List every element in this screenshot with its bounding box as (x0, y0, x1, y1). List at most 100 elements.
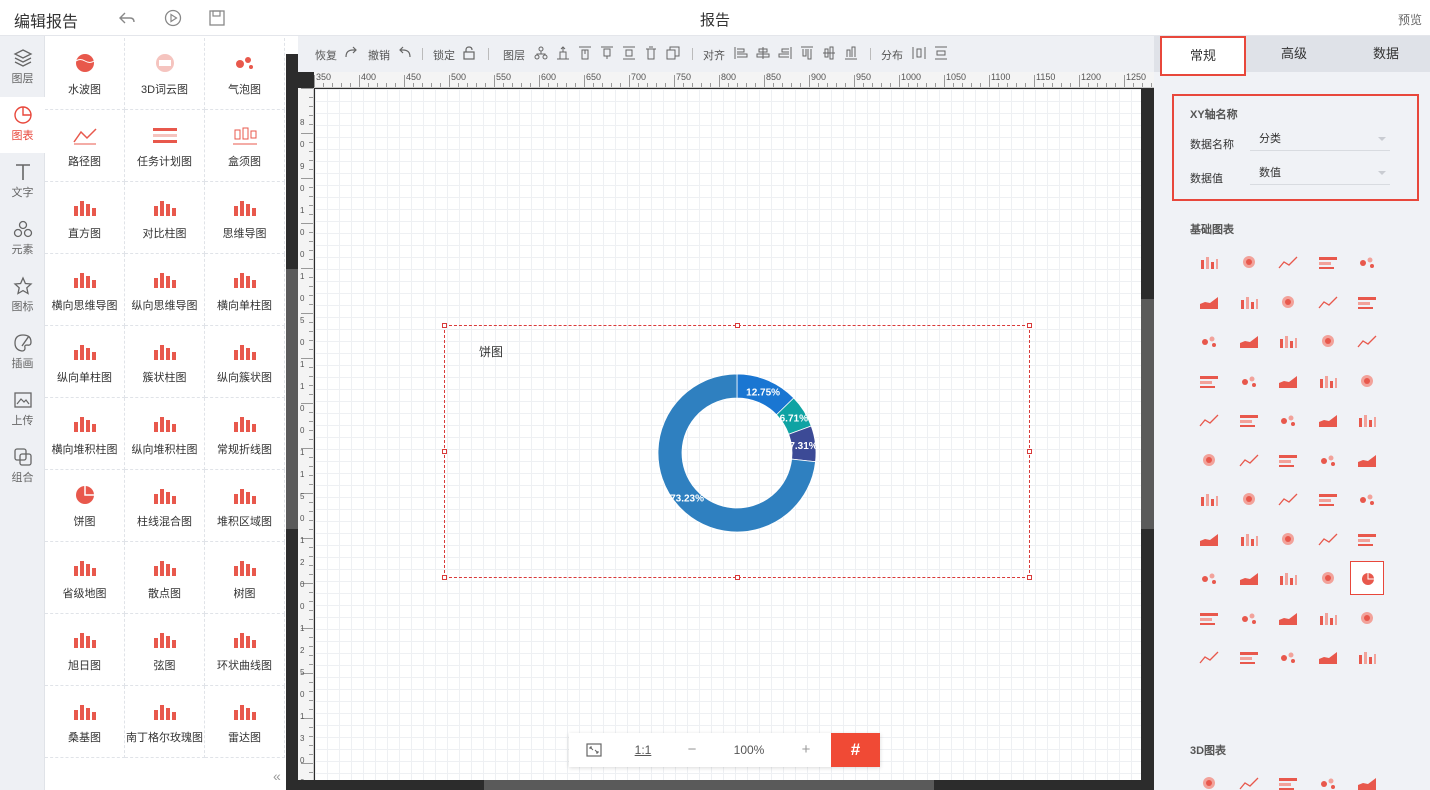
copy-icon[interactable] (666, 46, 680, 60)
chart-type-icon-button[interactable] (1192, 324, 1226, 358)
redo-icon[interactable] (344, 46, 358, 60)
layer-button[interactable]: 图层 (503, 47, 525, 63)
align-left-icon[interactable] (734, 46, 748, 60)
chart-type-item[interactable]: 树图 (205, 542, 285, 614)
chart-type-icon-button[interactable] (1192, 766, 1226, 790)
rail-item-0[interactable]: 图层 (0, 40, 45, 96)
back-icon[interactable] (118, 9, 136, 27)
resize-handle[interactable] (1027, 449, 1032, 454)
chart-type-item[interactable]: 桑基图 (45, 686, 125, 758)
chart-type-icon-button[interactable] (1192, 601, 1226, 635)
align-center-h-icon[interactable] (756, 46, 770, 60)
chart-type-icon-button[interactable] (1350, 561, 1384, 595)
chart-type-item[interactable]: 雷达图 (205, 686, 285, 758)
chart-type-icon-button[interactable] (1192, 285, 1226, 319)
chart-type-icon-button[interactable] (1271, 482, 1305, 516)
chart-type-item[interactable]: 纵向堆积柱图 (125, 398, 205, 470)
tab-general[interactable]: 常规 (1160, 36, 1246, 76)
delete-icon[interactable] (644, 46, 658, 60)
send-backward-icon[interactable] (600, 46, 614, 60)
canvas-vertical-scrollbar[interactable] (1141, 89, 1154, 780)
align-right-icon[interactable] (778, 46, 792, 60)
bring-to-front-icon[interactable] (578, 46, 592, 60)
chart-type-item[interactable]: 南丁格尔玫瑰图 (125, 686, 205, 758)
chart-type-item[interactable]: 纵向思维导图 (125, 254, 205, 326)
preview-button[interactable]: 预览 (1398, 11, 1422, 28)
chart-type-item[interactable]: 横向单柱图 (205, 254, 285, 326)
chart-type-icon-button[interactable] (1311, 443, 1345, 477)
tab-data[interactable]: 数据 (1342, 36, 1430, 72)
chart-type-item[interactable]: 簇状柱图 (125, 326, 205, 398)
chart-type-item[interactable]: 任务计划图 (125, 110, 205, 182)
chart-type-icon-button[interactable] (1232, 561, 1266, 595)
chart-type-icon-button[interactable] (1192, 561, 1226, 595)
chart-type-icon-button[interactable] (1271, 245, 1305, 279)
chart-type-icon-button[interactable] (1192, 364, 1226, 398)
canvas-vscroll-thumb[interactable] (1141, 299, 1154, 529)
chart-type-icon-button[interactable] (1232, 766, 1266, 790)
align-center-v-icon[interactable] (822, 46, 836, 60)
donut-chart[interactable]: 12.75% 6.71% 7.31% 73.23% (655, 371, 819, 535)
chart-type-icon-button[interactable] (1271, 324, 1305, 358)
resize-handle[interactable] (442, 575, 447, 580)
chart-type-icon-button[interactable] (1350, 245, 1384, 279)
undo-button[interactable]: 撤销 (368, 47, 390, 63)
chart-type-icon-button[interactable] (1192, 443, 1226, 477)
bring-forward-icon[interactable] (556, 46, 570, 60)
chart-type-icon-button[interactable] (1311, 403, 1345, 437)
chart-type-icon-button[interactable] (1350, 285, 1384, 319)
tab-advanced[interactable]: 高级 (1249, 36, 1339, 72)
chart-type-icon-button[interactable] (1350, 364, 1384, 398)
chart-type-item[interactable]: 盒须图 (205, 110, 285, 182)
save-icon[interactable] (208, 9, 226, 27)
chart-type-icon-button[interactable] (1311, 245, 1345, 279)
resize-handle[interactable] (1027, 323, 1032, 328)
chart-type-item[interactable]: 散点图 (125, 542, 205, 614)
chart-type-icon-button[interactable] (1311, 285, 1345, 319)
chart-type-item[interactable]: 纵向单柱图 (45, 326, 125, 398)
chart-type-icon-button[interactable] (1232, 640, 1266, 674)
redo-button[interactable]: 恢复 (315, 47, 337, 63)
chart-type-icon-button[interactable] (1232, 364, 1266, 398)
chart-type-icon-button[interactable] (1350, 443, 1384, 477)
chart-type-icon-button[interactable] (1271, 561, 1305, 595)
layer-tree-icon[interactable] (534, 46, 548, 60)
chart-type-icon-button[interactable] (1311, 561, 1345, 595)
chart-type-icon-button[interactable] (1350, 601, 1384, 635)
chart-type-icon-button[interactable] (1350, 403, 1384, 437)
align-bottom-icon[interactable] (844, 46, 858, 60)
chart-type-item[interactable]: 饼图 (45, 470, 125, 542)
chart-type-icon-button[interactable] (1271, 640, 1305, 674)
resize-handle[interactable] (735, 575, 740, 580)
zoom-in-button[interactable]: + (781, 733, 831, 767)
library-scrollbar[interactable] (286, 54, 298, 790)
rail-item-5[interactable]: 插画 (0, 325, 45, 381)
rail-item-6[interactable]: 上传 (0, 382, 45, 438)
align-top-icon[interactable] (800, 46, 814, 60)
chart-type-icon-button[interactable] (1192, 403, 1226, 437)
chart-type-icon-button[interactable] (1232, 482, 1266, 516)
undo-icon[interactable] (398, 46, 412, 60)
chart-type-item[interactable]: 路径图 (45, 110, 125, 182)
chart-type-icon-button[interactable] (1192, 522, 1226, 556)
canvas-hscroll-thumb[interactable] (484, 780, 934, 790)
chart-type-icon-button[interactable] (1271, 522, 1305, 556)
collapse-panel-icon[interactable]: « (273, 768, 281, 784)
chart-type-item[interactable]: 3D词云图 (125, 38, 205, 110)
distribute-v-icon[interactable] (934, 46, 948, 60)
chart-type-icon-button[interactable] (1232, 403, 1266, 437)
chart-type-icon-button[interactable] (1232, 443, 1266, 477)
resize-handle[interactable] (442, 449, 447, 454)
resize-handle[interactable] (1027, 575, 1032, 580)
chart-type-item[interactable]: 气泡图 (205, 38, 285, 110)
chart-type-icon-button[interactable] (1192, 640, 1226, 674)
chart-type-icon-button[interactable] (1350, 640, 1384, 674)
chart-type-icon-button[interactable] (1192, 482, 1226, 516)
chart-type-icon-button[interactable] (1350, 522, 1384, 556)
chart-type-icon-button[interactable] (1271, 285, 1305, 319)
chart-type-item[interactable]: 思维导图 (205, 182, 285, 254)
resize-handle[interactable] (735, 323, 740, 328)
chart-type-icon-button[interactable] (1271, 403, 1305, 437)
canvas-horizontal-scrollbar[interactable] (314, 780, 1154, 790)
chart-type-icon-button[interactable] (1271, 766, 1305, 790)
